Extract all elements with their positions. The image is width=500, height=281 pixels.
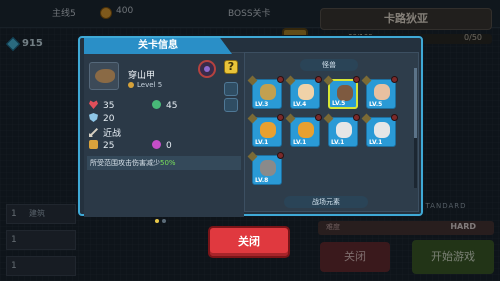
monster-card[interactable]: LV.3: [252, 79, 282, 109]
info-tab-button[interactable]: [224, 82, 238, 96]
monster-card[interactable]: LV.8: [252, 155, 282, 185]
skull-badge-icon: [315, 114, 322, 121]
monster-card[interactable]: LV.5: [366, 79, 396, 109]
monster-level: LV.8: [255, 177, 269, 184]
monster-card[interactable]: LV.1: [328, 117, 358, 147]
close-button[interactable]: 关闭: [208, 226, 290, 258]
skull-badge-icon: [391, 114, 398, 121]
skull-badge-icon: [277, 76, 284, 83]
monster-icon: [374, 84, 390, 100]
boss-portrait: [89, 62, 119, 90]
skull-badge-icon: [277, 114, 284, 121]
monster-card[interactable]: LV.5: [328, 79, 358, 109]
scrollbar-thumb[interactable]: [414, 68, 417, 138]
page-dot[interactable]: [155, 219, 159, 223]
monster-icon: [260, 122, 276, 138]
heart-icon: [89, 100, 98, 109]
skull-badge-icon: [315, 76, 322, 83]
skull-badge-icon: [277, 152, 284, 159]
monster-card[interactable]: LV.1: [366, 117, 396, 147]
monster-section-title: 怪兽: [300, 59, 358, 71]
speed-icon: [152, 100, 161, 109]
monster-card[interactable]: LV.1: [290, 117, 320, 147]
monster-level: LV.3: [255, 101, 269, 108]
magic-icon: [152, 140, 161, 149]
stat-attack-type: 近战: [89, 126, 121, 139]
help-button[interactable]: ?: [224, 60, 238, 74]
skull-badge-icon: [353, 114, 360, 121]
page-dot[interactable]: [162, 219, 166, 223]
monster-level: LV.4: [293, 101, 307, 108]
monster-icon: [260, 84, 276, 100]
modal-title: 关卡信息: [84, 38, 232, 54]
monster-level: LV.1: [293, 139, 307, 146]
boss-level: Level 5: [128, 81, 162, 89]
stat-speed: 45: [152, 100, 177, 111]
monster-icon: [337, 85, 353, 101]
monster-card[interactable]: LV.1: [252, 117, 282, 147]
boss-description: 所受范围攻击伤害减少50%: [87, 156, 241, 170]
page-indicator: [155, 208, 169, 227]
element-section-title: 战场元素: [284, 196, 368, 208]
monster-level: LV.5: [369, 101, 383, 108]
monster-level: LV.1: [331, 139, 345, 146]
info-tab-button[interactable]: [224, 98, 238, 112]
skull-badge-icon: [391, 76, 398, 83]
monster-icon: [260, 160, 276, 176]
skull-badge-icon: [353, 76, 360, 83]
boss-name: 穿山甲: [128, 71, 156, 81]
monster-level: LV.5: [332, 100, 346, 107]
stat-attack: 25: [89, 140, 114, 151]
monster-level: LV.1: [369, 139, 383, 146]
shield-icon: [89, 113, 98, 122]
monster-card[interactable]: LV.4: [290, 79, 320, 109]
monster-level: LV.1: [255, 139, 269, 146]
stat-hp: 35: [89, 100, 114, 111]
attack-icon: [89, 140, 98, 149]
monster-icon: [298, 122, 314, 138]
monster-icon: [298, 84, 314, 100]
stat-magic: 0: [152, 140, 172, 151]
sword-icon: [89, 128, 98, 137]
monster-icon: [336, 122, 352, 138]
stat-armor: 20: [89, 113, 114, 124]
monster-icon: [374, 122, 390, 138]
boss-emblem-icon: [198, 60, 216, 78]
